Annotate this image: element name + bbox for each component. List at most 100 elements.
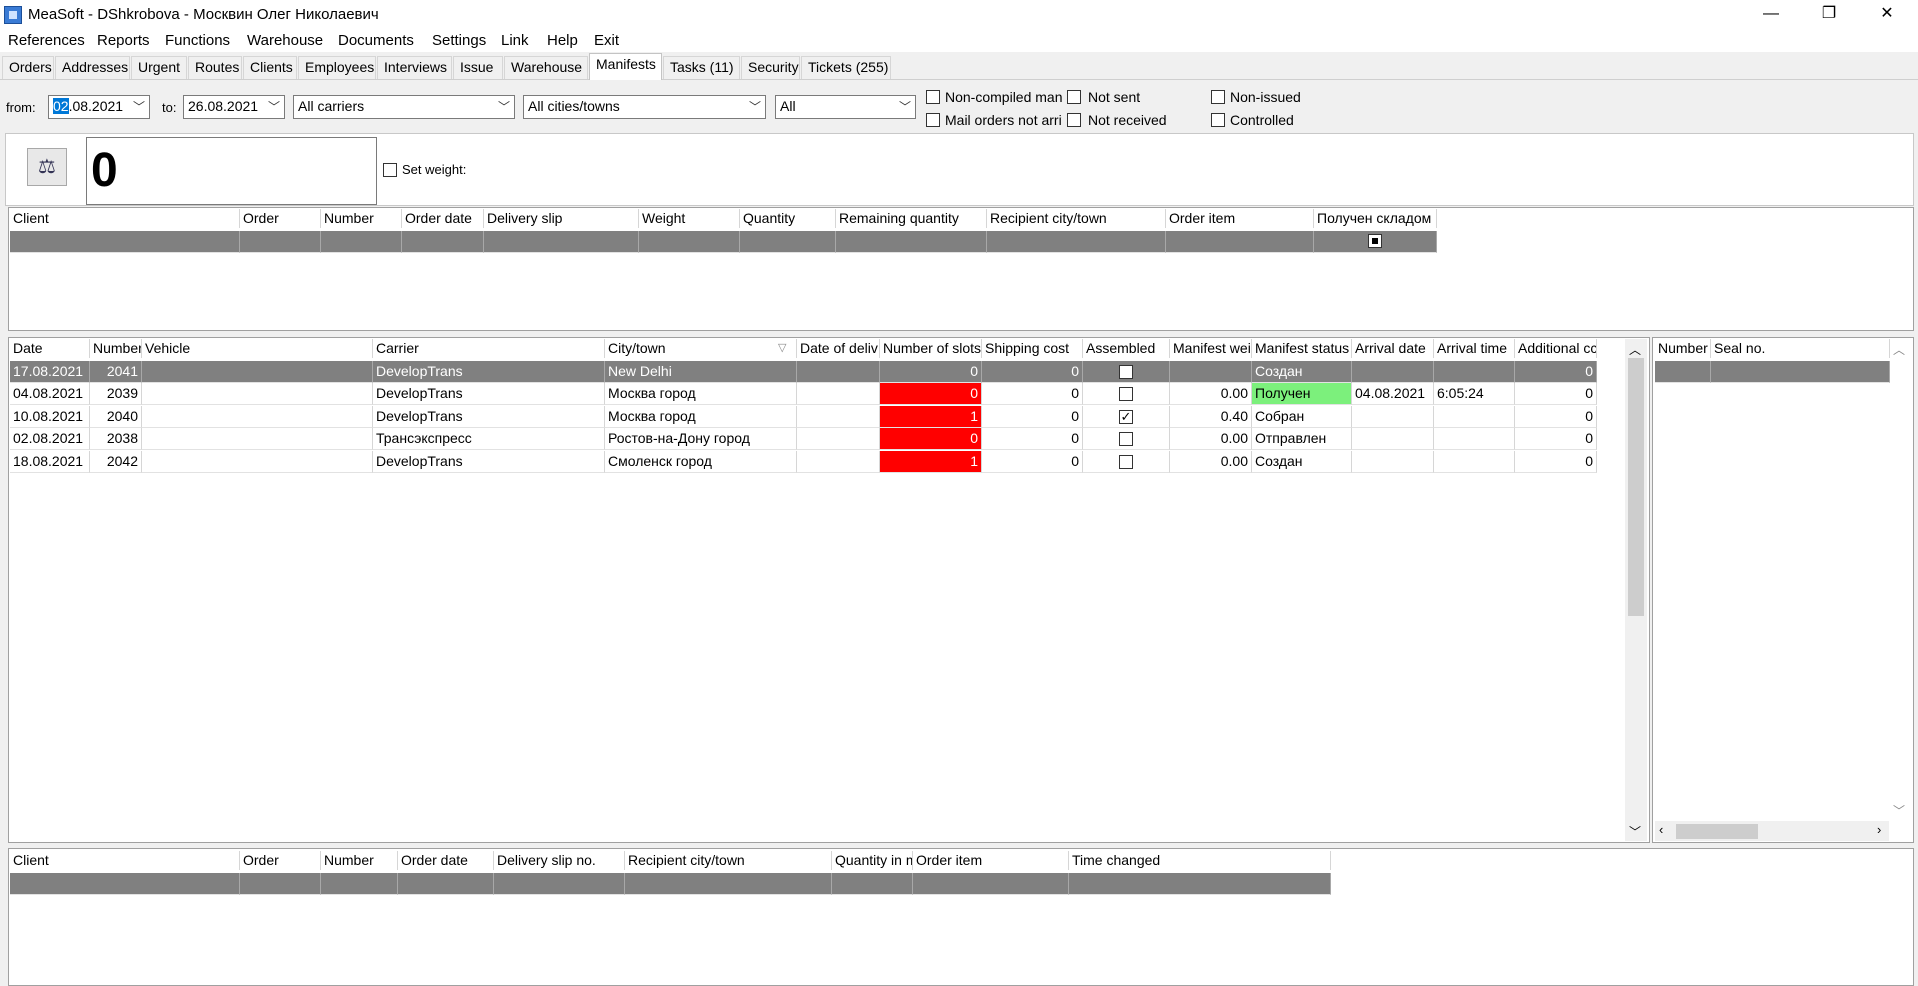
manifest-cell-slots[interactable]: 0 (880, 361, 982, 383)
column-header-bottom-7[interactable]: Order item (913, 851, 1069, 870)
manifest-scroll-thumb[interactable] (1628, 358, 1644, 616)
bottom-grid-cell[interactable] (625, 873, 832, 895)
column-header-manifest-4[interactable]: City/town (605, 339, 797, 358)
column-header-bottom-8[interactable]: Time changed (1069, 851, 1331, 870)
manifest-cell-delivery_date[interactable] (797, 428, 880, 451)
city-select[interactable]: All cities/towns ﹀ (523, 95, 766, 119)
manifest-cell-carrier[interactable]: DevelopTrans (373, 405, 605, 428)
column-header-bottom-4[interactable]: Delivery slip no. (494, 851, 625, 870)
bottom-grid-cell[interactable] (832, 873, 913, 895)
scroll-left-icon[interactable]: ‹ (1659, 822, 1663, 837)
column-header-top-8[interactable]: Recipient city/town (987, 209, 1166, 228)
menu-functions[interactable]: Functions (165, 32, 230, 49)
menu-link[interactable]: Link (501, 32, 529, 49)
tab-urgent[interactable]: Urgent (131, 56, 187, 79)
column-header-manifest-5[interactable]: Date of deliv (797, 339, 880, 358)
top-grid-cell[interactable] (321, 231, 402, 253)
bottom-grid-cell[interactable] (10, 873, 240, 895)
manifest-cell-vehicle[interactable] (142, 405, 373, 428)
menu-documents[interactable]: Documents (338, 32, 414, 49)
column-header-top-10[interactable]: Получен складом (1314, 209, 1437, 228)
column-header-manifest-8[interactable]: Assembled (1083, 339, 1170, 358)
column-header-bottom-6[interactable]: Quantity in m (832, 851, 913, 870)
column-header-seal-number[interactable]: Number (1655, 339, 1711, 358)
manifest-cell-shipping[interactable]: 0 (982, 383, 1083, 406)
seal-scroll-up-icon[interactable]: ︿ (1893, 341, 1905, 358)
column-header-manifest-1[interactable]: Number (90, 339, 142, 358)
column-header-top-0[interactable]: Client (10, 209, 240, 228)
manifest-cell-date[interactable]: 02.08.2021 (10, 428, 90, 451)
manifest-cell-weight[interactable]: 0.00 (1170, 450, 1252, 473)
column-header-bottom-5[interactable]: Recipient city/town (625, 851, 832, 870)
column-header-top-7[interactable]: Remaining quantity (836, 209, 987, 228)
seal-hscroll-thumb[interactable] (1676, 824, 1758, 839)
manifest-cell-date[interactable]: 18.08.2021 (10, 450, 90, 473)
manifest-cell-arrival_date[interactable] (1352, 361, 1434, 383)
assembled-checkbox[interactable] (1119, 454, 1133, 469)
manifest-cell-slots[interactable]: 0 (880, 383, 982, 406)
bottom-grid-cell[interactable] (398, 873, 494, 895)
column-header-manifest-3[interactable]: Carrier (373, 339, 605, 358)
column-header-manifest-2[interactable]: Vehicle (142, 339, 373, 358)
seal-row-cell[interactable] (1711, 361, 1890, 383)
tab-routes[interactable]: Routes (188, 56, 242, 79)
column-header-manifest-10[interactable]: Manifest status (1252, 339, 1352, 358)
manifest-cell-arrival_date[interactable] (1352, 428, 1434, 451)
tab-tasks[interactable]: Tasks (11) (663, 56, 740, 79)
manifest-cell-assembled[interactable] (1083, 428, 1170, 451)
bottom-grid-cell[interactable] (321, 873, 398, 895)
minimize-button[interactable]: — (1748, 0, 1794, 30)
manifest-cell-status[interactable]: Получен (1252, 383, 1352, 406)
bottom-grid-cell[interactable] (913, 873, 1069, 895)
manifest-cell-arrival_time[interactable] (1434, 361, 1515, 383)
manifest-cell-additional[interactable]: 0 (1515, 361, 1597, 383)
manifest-cell-assembled[interactable] (1083, 383, 1170, 406)
manifest-cell-weight[interactable]: 0.00 (1170, 428, 1252, 451)
manifest-cell-carrier[interactable]: DevelopTrans (373, 361, 605, 383)
tab-issue[interactable]: Issue (453, 56, 503, 79)
manifest-cell-weight[interactable]: 0.00 (1170, 383, 1252, 406)
received-checkbox[interactable] (1368, 234, 1382, 248)
top-grid-cell[interactable] (240, 231, 321, 253)
manifest-cell-shipping[interactable]: 0 (982, 450, 1083, 473)
menu-help[interactable]: Help (547, 32, 578, 49)
manifest-cell-number[interactable]: 2041 (90, 361, 142, 383)
date-from-picker[interactable]: 02.08.2021 ﹀ (48, 95, 150, 119)
seal-row-cell[interactable] (1655, 361, 1711, 383)
carrier-select[interactable]: All carriers ﹀ (293, 95, 515, 119)
manifest-cell-status[interactable]: Создан (1252, 450, 1352, 473)
manifest-cell-city[interactable]: Ростов-на-Дону город (605, 428, 797, 451)
tab-orders[interactable]: Orders (2, 56, 54, 79)
scroll-down-icon[interactable]: ﹀ (1629, 823, 1641, 840)
manifest-cell-shipping[interactable]: 0 (982, 361, 1083, 383)
column-header-top-9[interactable]: Order item (1166, 209, 1314, 228)
top-grid-cell[interactable] (484, 231, 639, 253)
not-sent-checkbox[interactable] (1067, 90, 1081, 104)
assembled-checkbox[interactable] (1119, 387, 1133, 402)
manifest-cell-shipping[interactable]: 0 (982, 428, 1083, 451)
manifest-cell-delivery_date[interactable] (797, 361, 880, 383)
column-header-bottom-1[interactable]: Order (240, 851, 321, 870)
column-header-seal-no[interactable]: Seal no. (1711, 339, 1890, 358)
mail-not-arrived-checkbox[interactable] (926, 113, 940, 127)
top-grid-cell[interactable] (1314, 231, 1437, 253)
manifest-cell-vehicle[interactable] (142, 450, 373, 473)
tab-security[interactable]: Security (741, 56, 800, 79)
column-header-bottom-3[interactable]: Order date (398, 851, 494, 870)
bottom-grid-cell[interactable] (240, 873, 321, 895)
tab-manifests[interactable]: Manifests (589, 53, 662, 80)
manifest-cell-status[interactable]: Создан (1252, 361, 1352, 383)
tab-warehouse[interactable]: Warehouse (504, 56, 588, 79)
non-issued-checkbox[interactable] (1211, 90, 1225, 104)
manifest-cell-delivery_date[interactable] (797, 405, 880, 428)
manifest-cell-number[interactable]: 2039 (90, 383, 142, 406)
manifest-cell-city[interactable]: Москва город (605, 405, 797, 428)
menu-settings[interactable]: Settings (432, 32, 486, 49)
tab-employees[interactable]: Employees (298, 56, 376, 79)
scroll-right-icon[interactable]: › (1877, 822, 1881, 837)
manifest-cell-slots[interactable]: 0 (880, 428, 982, 451)
manifest-cell-weight[interactable] (1170, 361, 1252, 383)
column-header-manifest-13[interactable]: Additional cc (1515, 339, 1597, 358)
manifest-cell-city[interactable]: Смоленск город (605, 450, 797, 473)
date-to-picker[interactable]: 26.08.2021 ﹀ (183, 95, 285, 119)
